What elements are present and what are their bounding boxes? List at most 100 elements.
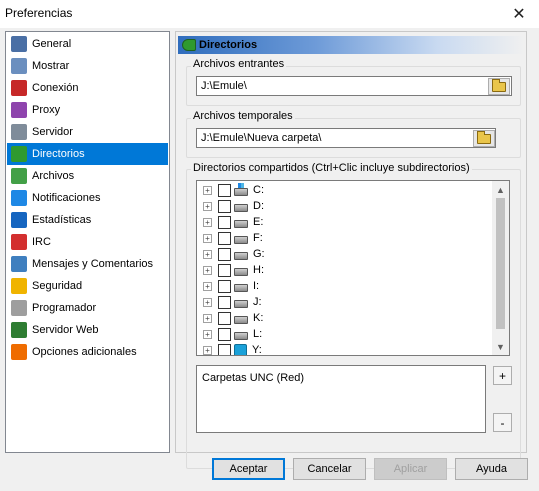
nav-item-label: Estadísticas xyxy=(32,214,92,226)
drive-label: J: xyxy=(253,296,262,308)
expand-icon[interactable]: + xyxy=(203,345,212,355)
expand-icon[interactable]: + xyxy=(203,297,212,307)
tree-row[interactable]: + L: xyxy=(203,326,262,342)
nav-item-irc[interactable]: IRC xyxy=(7,231,168,253)
tree-row[interactable]: + C: xyxy=(203,182,264,198)
nav-item-archivos[interactable]: Archivos xyxy=(7,165,168,187)
nav-item-programador[interactable]: Programador xyxy=(7,297,168,319)
nav-item-label: Opciones adicionales xyxy=(32,346,137,358)
share-checkbox[interactable] xyxy=(218,311,231,325)
tree-row[interactable]: + H: xyxy=(203,262,264,278)
window-title: Preferencias xyxy=(5,6,73,20)
nav-item-mostrar[interactable]: Mostrar xyxy=(7,55,168,77)
expand-icon[interactable]: + xyxy=(203,249,212,259)
drive-icon xyxy=(234,204,248,212)
folders-icon xyxy=(182,39,196,51)
nav-item-label: Servidor Web xyxy=(32,324,99,336)
share-checkbox[interactable] xyxy=(218,279,231,293)
tree-row[interactable]: + G: xyxy=(203,246,265,262)
share-checkbox[interactable] xyxy=(218,295,231,309)
drive-label: L: xyxy=(253,328,263,340)
nav-item-label: IRC xyxy=(32,236,51,248)
drive-label: C: xyxy=(253,184,264,196)
nav-item-directorios[interactable]: Directorios xyxy=(7,143,168,165)
drive-label: I: xyxy=(253,280,260,292)
notifications-icon xyxy=(11,190,27,206)
share-checkbox[interactable] xyxy=(218,263,231,277)
expand-icon[interactable]: + xyxy=(203,217,212,227)
drive-label: D: xyxy=(253,200,264,212)
incoming-path-field[interactable]: J:\Emule\ xyxy=(196,76,512,96)
nav-item-opciones-adicionales[interactable]: Opciones adicionales xyxy=(7,341,168,363)
expand-icon[interactable]: + xyxy=(203,313,212,323)
expand-icon[interactable]: + xyxy=(203,329,212,339)
expand-icon[interactable]: + xyxy=(203,265,212,275)
expand-icon[interactable]: + xyxy=(203,281,212,291)
expand-icon[interactable]: + xyxy=(203,201,212,211)
drive-icon xyxy=(234,332,248,340)
nav-item-mensajes-y-comentarios[interactable]: Mensajes y Comentarios xyxy=(7,253,168,275)
drive-label: K: xyxy=(253,312,264,324)
accept-button[interactable]: Aceptar xyxy=(212,458,285,480)
nav-item-servidor-web[interactable]: Servidor Web xyxy=(7,319,168,341)
tree-row[interactable]: + J: xyxy=(203,294,262,310)
share-checkbox[interactable] xyxy=(218,247,231,261)
folders-icon xyxy=(11,146,27,162)
security-icon xyxy=(11,278,27,294)
drive-icon xyxy=(234,284,248,292)
drive-label: H: xyxy=(253,264,264,276)
shared-label: Directorios compartidos (Ctrl+Clic inclu… xyxy=(191,162,472,174)
share-checkbox[interactable] xyxy=(218,327,231,341)
tree-row[interactable]: + Y: xyxy=(203,342,262,355)
tree-row[interactable]: + I: xyxy=(203,278,259,294)
tree-row[interactable]: + E: xyxy=(203,214,263,230)
share-checkbox[interactable] xyxy=(218,199,231,213)
remove-unc-button[interactable]: - xyxy=(493,413,512,432)
nav-item-label: General xyxy=(32,38,72,50)
folder-icon xyxy=(492,78,506,92)
nav-item-notificaciones[interactable]: Notificaciones xyxy=(7,187,168,209)
nav-item-servidor[interactable]: Servidor xyxy=(7,121,168,143)
incoming-label: Archivos entrantes xyxy=(191,58,287,70)
share-checkbox[interactable] xyxy=(218,343,231,355)
help-button[interactable]: Ayuda xyxy=(455,458,528,480)
files-icon xyxy=(11,168,27,184)
nav-item-proxy[interactable]: Proxy xyxy=(7,99,168,121)
temp-browse-button[interactable] xyxy=(473,130,495,147)
title-bar: Preferencias ✕ xyxy=(0,0,539,28)
scroll-up-icon[interactable]: ▲ xyxy=(492,181,509,198)
nav-item-estad-sticas[interactable]: Estadísticas xyxy=(7,209,168,231)
statistics-icon xyxy=(11,212,27,228)
share-checkbox[interactable] xyxy=(218,231,231,245)
shared-directories-tree[interactable]: ▲ ▼ + C: + D: + E: + F: + G: + H: + I: + J: + K: + L: + Y: xyxy=(196,180,510,356)
nav-item-label: Notificaciones xyxy=(32,192,101,204)
expand-icon[interactable]: + xyxy=(203,233,212,243)
nav-item-conexi-n[interactable]: Conexión xyxy=(7,77,168,99)
nav-item-seguridad[interactable]: Seguridad xyxy=(7,275,168,297)
tree-row[interactable]: + F: xyxy=(203,230,263,246)
preferences-nav-list[interactable]: General Mostrar Conexión Proxy Servidor Direc… xyxy=(5,31,170,453)
share-checkbox[interactable] xyxy=(218,183,231,197)
expand-icon[interactable]: + xyxy=(203,185,212,195)
nav-item-label: Mensajes y Comentarios xyxy=(32,258,154,270)
tree-row[interactable]: + K: xyxy=(203,310,263,326)
tree-row[interactable]: + D: xyxy=(203,198,264,214)
temp-label: Archivos temporales xyxy=(191,110,295,122)
scroll-thumb[interactable] xyxy=(496,198,505,329)
temp-path-field[interactable]: J:\Emule\Nueva carpeta\ xyxy=(196,128,496,148)
connection-icon xyxy=(11,80,27,96)
close-icon[interactable]: ✕ xyxy=(499,0,539,28)
nav-item-label: Archivos xyxy=(32,170,75,182)
cancel-button[interactable]: Cancelar xyxy=(293,458,366,480)
drive-icon xyxy=(234,316,248,324)
messages-icon xyxy=(11,256,27,272)
drive-icon xyxy=(234,183,248,196)
nav-item-general[interactable]: General xyxy=(7,33,168,55)
nav-item-label: Mostrar xyxy=(32,60,70,72)
unc-folders-list[interactable]: Carpetas UNC (Red) xyxy=(196,365,486,433)
scroll-down-icon[interactable]: ▼ xyxy=(492,338,509,355)
add-unc-button[interactable]: + xyxy=(493,366,512,385)
tree-scrollbar[interactable]: ▲ ▼ xyxy=(492,181,509,355)
share-checkbox[interactable] xyxy=(218,215,231,229)
incoming-browse-button[interactable] xyxy=(488,78,510,95)
